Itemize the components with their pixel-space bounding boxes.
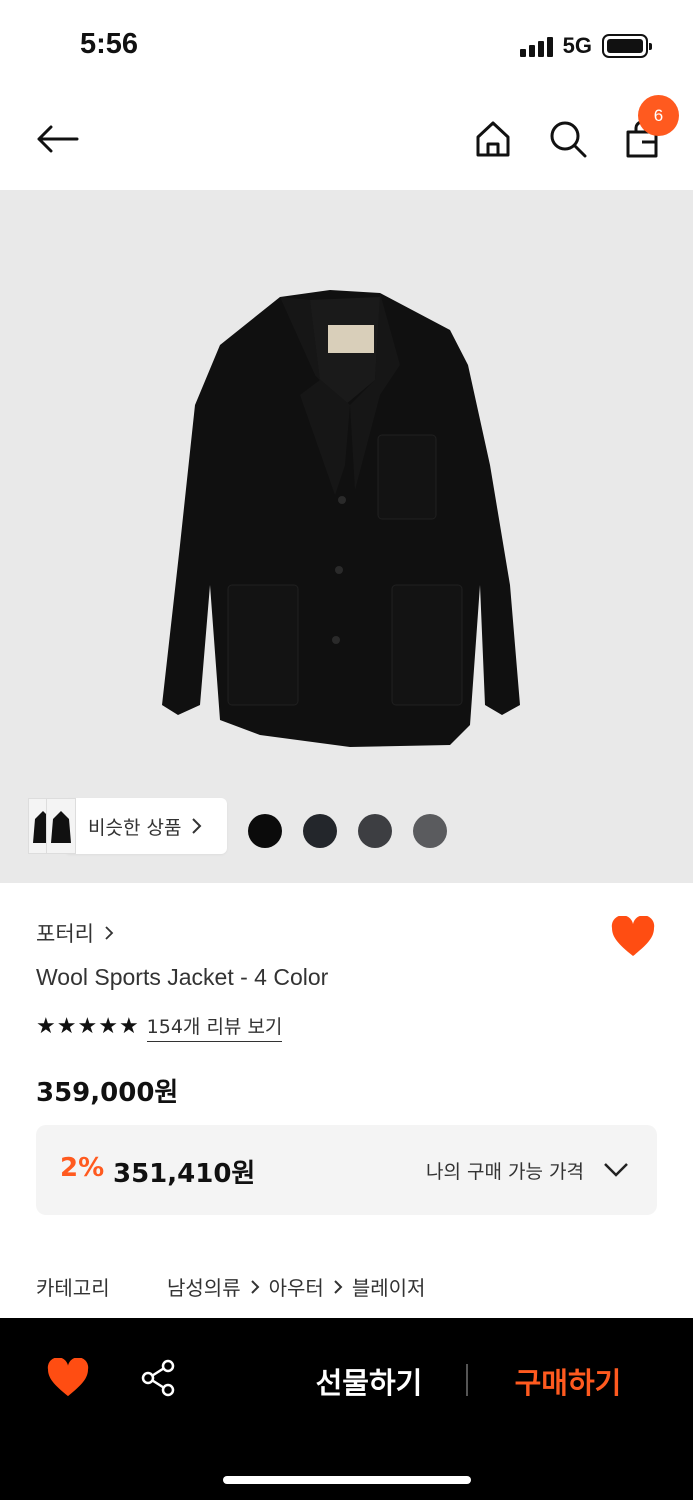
share-button[interactable]: [138, 1358, 180, 1402]
bottom-wishlist-button[interactable]: [46, 1357, 90, 1402]
gift-button[interactable]: 선물하기: [300, 1360, 438, 1400]
search-button[interactable]: [543, 112, 593, 166]
product-image-area[interactable]: 비슷한 상품: [0, 190, 693, 883]
wishlist-button[interactable]: [610, 915, 656, 962]
product-jacket-image: [162, 290, 520, 747]
divider: [466, 1364, 468, 1396]
my-price-label: 나의 구매 가능 가격: [426, 1161, 584, 1183]
star-icon: ★: [77, 1014, 98, 1039]
home-indicator: [223, 1476, 471, 1484]
heart-icon: [611, 915, 655, 956]
signal-icon: [519, 35, 553, 57]
my-price: 351,410원: [113, 1159, 256, 1189]
top-navigation: [0, 92, 693, 190]
color-swatch-1[interactable]: [248, 814, 282, 848]
home-icon: [476, 121, 510, 157]
buy-button[interactable]: 구매하기: [494, 1360, 642, 1400]
brand-name: 포터리: [36, 922, 94, 946]
category-item[interactable]: 남성의류: [167, 1272, 241, 1301]
star-icon: ★: [118, 1014, 139, 1039]
color-swatch-2[interactable]: [303, 814, 337, 848]
product-name: Wool Sports Jacket - 4 Color: [36, 964, 329, 990]
status-time: 5:56: [80, 28, 139, 60]
color-swatch-3[interactable]: [358, 814, 392, 848]
category-item[interactable]: 블레이저: [352, 1272, 426, 1301]
back-button[interactable]: [30, 112, 84, 166]
similar-products-button[interactable]: 비슷한 상품: [28, 798, 228, 854]
discount-rate: 2%: [60, 1153, 105, 1183]
home-button[interactable]: [468, 112, 518, 166]
bottom-action-bar: 선물하기 구매하기: [0, 1318, 693, 1500]
category-item[interactable]: 아우터: [269, 1272, 324, 1301]
color-swatch-4[interactable]: [413, 814, 447, 848]
brand-link[interactable]: 포터리: [36, 918, 114, 948]
share-icon: [141, 1359, 175, 1397]
category-breadcrumb: 남성의류 아우터 블레이저: [167, 1272, 425, 1301]
network-label: 5G: [562, 33, 592, 58]
review-link[interactable]: 154개 리뷰 보기: [146, 1012, 283, 1042]
rating-row: ★ ★ ★ ★ ★ 154개 리뷰 보기: [36, 1012, 283, 1042]
star-icon: ★: [56, 1014, 77, 1039]
cart-count-badge: 6: [638, 95, 679, 136]
similar-thumbnails: [28, 798, 76, 854]
chevron-right-icon: [250, 1279, 260, 1294]
color-swatches: [248, 814, 447, 848]
status-indicators: 5G: [519, 33, 652, 59]
battery-icon: [602, 34, 652, 58]
star-icon: ★: [98, 1014, 118, 1039]
my-price-panel[interactable]: 2% 351,410원 나의 구매 가능 가격: [36, 1125, 657, 1215]
heart-icon: [47, 1357, 89, 1397]
chevron-right-icon: [334, 1279, 343, 1294]
rating-stars: ★ ★ ★ ★ ★: [36, 1016, 139, 1038]
arrow-left-icon: [37, 125, 79, 153]
category-label: 카테고리: [36, 1276, 110, 1300]
search-icon: [550, 121, 587, 158]
star-icon: ★: [36, 1014, 56, 1039]
chevron-right-icon: [105, 926, 114, 940]
similar-products-label: 비슷한 상품: [88, 816, 182, 839]
status-bar: 5:56 5G: [0, 0, 693, 92]
chevron-down-icon: [604, 1163, 628, 1177]
product-price: 359,000원: [36, 1078, 179, 1108]
chevron-right-icon: [192, 818, 202, 834]
